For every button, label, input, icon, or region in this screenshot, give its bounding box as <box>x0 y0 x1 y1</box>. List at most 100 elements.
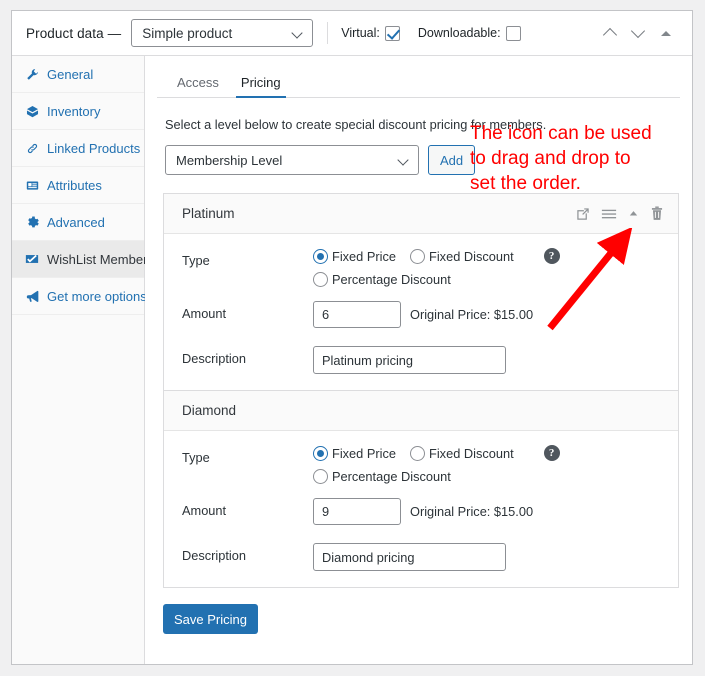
amount-row: Amount 6 Original Price: $15.00 <box>164 301 678 328</box>
sidebar-item-label: Attributes <box>47 177 102 193</box>
sidebar-item-wishlist-member[interactable]: WishList Member <box>12 241 148 278</box>
description-label: Description <box>182 548 247 563</box>
sidebar-item-label: Inventory <box>47 103 101 119</box>
sidebar-item-general[interactable]: General <box>12 56 144 93</box>
drag-handle-icon[interactable] <box>601 207 617 221</box>
radio-dot[interactable] <box>410 445 426 461</box>
megaphone-icon <box>24 290 40 303</box>
downloadable-checkbox-wrap[interactable]: Downloadable: <box>417 25 521 41</box>
move-down-icon[interactable] <box>626 21 650 45</box>
description-label: Description <box>182 351 247 366</box>
amount-input[interactable]: 9 <box>313 498 401 525</box>
type-radio-group: Fixed Price Fixed Discount ? <box>313 248 678 264</box>
radio-label: Percentage Discount <box>332 469 451 484</box>
product-data-sidebar: General Inventory Linked Products Attrib… <box>12 56 148 664</box>
add-level-row: Membership Level Add <box>145 132 692 175</box>
sidebar-item-advanced[interactable]: Advanced <box>12 204 144 241</box>
pricing-intro-text: Select a level below to create special d… <box>165 117 547 132</box>
radio-fixed-price[interactable]: Fixed Price <box>313 445 396 461</box>
move-up-icon[interactable] <box>598 21 622 45</box>
sidebar-item-label: Linked Products <box>47 140 141 156</box>
radio-percentage-discount[interactable]: Percentage Discount <box>313 272 451 287</box>
gear-icon <box>24 215 40 229</box>
type-row: Type Fixed Price Fixed Discount ? Percen… <box>164 248 678 287</box>
level-pricing-cards: Platinum Type Fixed Price Fixed Discount… <box>163 193 679 588</box>
pricing-panel: Access Pricing Select a level below to c… <box>145 56 692 664</box>
help-icon[interactable]: ? <box>543 248 560 264</box>
sidebar-item-label: General <box>47 66 94 82</box>
sidebar-item-label: WishList Member <box>47 251 148 267</box>
level-card-header: Platinum <box>164 194 678 234</box>
virtual-label: Virtual: <box>341 26 380 40</box>
downloadable-label: Downloadable: <box>417 26 501 40</box>
radio-percentage-discount[interactable]: Percentage Discount <box>313 469 451 484</box>
radio-label: Percentage Discount <box>332 272 451 287</box>
radio-dot[interactable] <box>313 248 328 264</box>
radio-fixed-price[interactable]: Fixed Price <box>313 248 397 264</box>
collapse-caret-icon[interactable] <box>628 208 639 219</box>
radio-dot[interactable] <box>410 248 426 264</box>
chevron-down-icon <box>398 154 410 166</box>
radio-label: Fixed Discount <box>429 445 514 461</box>
tab-pricing[interactable]: Pricing <box>233 75 289 98</box>
trash-icon[interactable] <box>650 206 664 221</box>
level-card-actions <box>576 206 664 221</box>
level-card-title: Platinum <box>182 206 235 221</box>
level-card-platinum: Platinum Type Fixed Price Fixed Discount… <box>164 194 678 391</box>
sidebar-item-inventory[interactable]: Inventory <box>12 93 144 130</box>
wishlist-check-icon <box>24 252 40 266</box>
virtual-checkbox-wrap[interactable]: Virtual: <box>341 25 400 41</box>
divider <box>327 22 329 44</box>
box-icon <box>24 105 40 118</box>
original-price-text: Original Price: $15.00 <box>410 504 534 519</box>
sidebar-item-label: Get more options <box>47 288 147 304</box>
tab-access[interactable]: Access <box>169 75 227 97</box>
product-data-body: General Inventory Linked Products Attrib… <box>12 56 692 664</box>
link-icon <box>24 142 40 155</box>
radio-dot[interactable] <box>313 469 328 484</box>
radio-dot[interactable] <box>313 272 328 287</box>
description-input[interactable]: Platinum pricing <box>313 346 506 374</box>
toggle-panel-icon[interactable] <box>654 21 678 45</box>
type-label: Type <box>182 450 210 465</box>
description-row: Description Diamond pricing <box>164 543 678 571</box>
amount-label: Amount <box>182 503 227 518</box>
product-data-metabox: Product data — Simple product Virtual: D… <box>11 10 693 665</box>
amount-label: Amount <box>182 306 227 321</box>
product-type-select[interactable]: Simple product <box>131 19 314 47</box>
radio-label: Fixed Discount <box>429 248 514 264</box>
sidebar-item-linked-products[interactable]: Linked Products <box>12 130 144 167</box>
external-link-icon[interactable] <box>576 207 590 221</box>
type-radio-group-row2: Percentage Discount <box>313 272 678 287</box>
chevron-down-icon <box>292 27 304 39</box>
level-card-body: Type Fixed Price Fixed Discount ? Percen… <box>164 431 678 587</box>
sidebar-item-attributes[interactable]: Attributes <box>12 167 144 204</box>
type-radio-group: Fixed Price Fixed Discount ? <box>313 445 678 461</box>
radio-label: Fixed Price <box>332 248 397 264</box>
original-price-text: Original Price: $15.00 <box>410 307 534 322</box>
sidebar-item-get-more-options[interactable]: Get more options <box>12 278 147 315</box>
description-input[interactable]: Diamond pricing <box>313 543 506 571</box>
membership-level-value: Membership Level <box>176 152 283 168</box>
type-radio-group-row2: Percentage Discount <box>313 469 678 484</box>
save-pricing-button[interactable]: Save Pricing <box>163 604 258 634</box>
header-actions <box>598 21 680 45</box>
sidebar-item-label: Advanced <box>47 214 105 230</box>
downloadable-checkbox[interactable] <box>505 25 521 41</box>
radio-fixed-discount[interactable]: Fixed Discount <box>410 445 514 461</box>
radio-fixed-discount[interactable]: Fixed Discount <box>410 248 514 264</box>
amount-row: Amount 9 Original Price: $15.00 <box>164 498 678 525</box>
amount-input[interactable]: 6 <box>313 301 401 328</box>
save-pricing-row: Save Pricing <box>145 588 692 634</box>
help-icon[interactable]: ? <box>543 445 560 461</box>
radio-dot[interactable] <box>313 445 328 461</box>
level-card-title: Diamond <box>182 403 237 418</box>
page-title: Product data — <box>26 25 122 41</box>
level-card-body: Type Fixed Price Fixed Discount ? Percen… <box>164 234 678 390</box>
virtual-checkbox[interactable] <box>384 25 400 41</box>
level-card-diamond: Diamond Type Fixed Price Fixed Discount … <box>164 391 678 587</box>
add-button[interactable]: Add <box>428 145 476 175</box>
product-data-header: Product data — Simple product Virtual: D… <box>12 11 692 56</box>
membership-level-select[interactable]: Membership Level <box>165 145 419 175</box>
level-card-header: Diamond <box>164 391 678 431</box>
